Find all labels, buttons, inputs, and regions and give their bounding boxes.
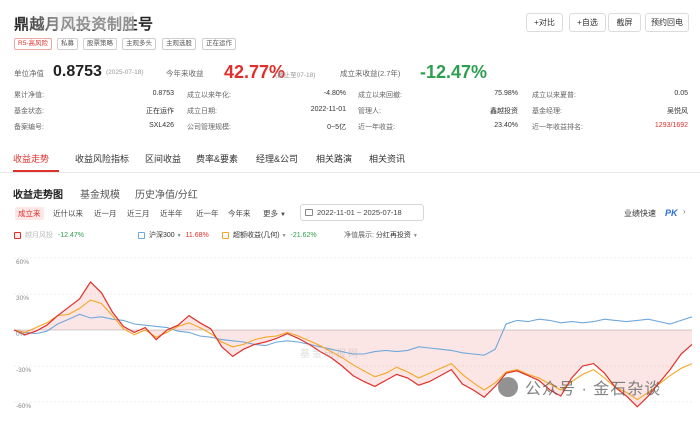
legend-excess-name: 超额收益(几何) [232, 232, 280, 239]
fund-manager-value[interactable]: 吴悦风 [630, 106, 688, 116]
tag-private: 私募 [57, 38, 78, 50]
annualized-value: -4.80% [323, 90, 346, 97]
ytd-note: (截止至07-18) [275, 72, 316, 79]
y-tick-label: 30% [16, 295, 30, 302]
tab-news[interactable]: 相关资讯 [369, 152, 405, 165]
quick-compare-label[interactable]: 业绩快速 [624, 208, 656, 219]
nav-display-select[interactable]: 净值展示: 分红再投资 ▼ [344, 230, 418, 240]
nav-date: (2025-07-18) [106, 69, 144, 76]
subtab-return-chart[interactable]: 收益走势图 [13, 186, 63, 201]
annualized-label: 成立以来年化: [187, 92, 231, 99]
calendar-icon [305, 209, 313, 216]
nav-value: 0.8753 [53, 63, 102, 80]
chevron-down-icon: ▼ [176, 233, 182, 239]
pk-button[interactable]: PK [665, 208, 678, 218]
tab-fees[interactable]: 费率&要素 [196, 152, 238, 165]
since-inception-value: -12.47% [420, 62, 488, 82]
y-tick-label: -60% [16, 403, 32, 410]
legend-fund-name: 越月风投 [24, 232, 53, 239]
range-more[interactable]: 更多 ▼ [260, 207, 289, 220]
tab-roadshow[interactable]: 相关路演 [316, 152, 352, 165]
tab-manager-company[interactable]: 经理&公司 [256, 152, 298, 165]
tag-stock-pick: 主观选股 [162, 38, 196, 50]
record-no-value: SXL426 [149, 122, 174, 129]
range-1m[interactable]: 近一月 [91, 207, 120, 220]
tab-risk-indicators[interactable]: 收益风险指标 [75, 152, 129, 165]
sharpe-label: 成立以来夏普: [532, 92, 576, 99]
one-year-return-label: 近一年收益: [358, 124, 395, 131]
watermark-center: 基金研报网 [300, 349, 360, 360]
since-inception-label: 成立来收益(2.7年) [340, 69, 401, 78]
date-range-text: 2022-11-01 ~ 2025-07-18 [317, 208, 402, 217]
compare-button[interactable]: +对比 [526, 13, 563, 32]
fund-status-label: 基金状态: [14, 108, 44, 115]
legend-fund-value: -12.47% [57, 232, 84, 239]
legend-index-value: 11.68% [185, 232, 209, 239]
max-drawdown-value: 75.98% [494, 90, 518, 97]
rank-value: 1293/1692 [630, 122, 688, 129]
tag-status: 正在运作 [202, 38, 236, 50]
callback-button[interactable]: 预约回电 [645, 13, 689, 32]
range-ytd[interactable]: 今年来 [225, 207, 254, 220]
chevron-down-icon: ▼ [281, 233, 287, 239]
subtab-history-nav[interactable]: 历史净值/分红 [135, 186, 198, 201]
chevron-right-icon[interactable]: › [683, 207, 686, 216]
screenshot-button[interactable]: 截屏 [608, 13, 641, 32]
y-tick-label: -30% [16, 367, 32, 374]
legend-excess[interactable]: 超额收益(几何) ▼ -21.62% [222, 230, 317, 240]
sharpe-value: 0.05 [674, 90, 688, 97]
cum-nav-value: 0.8753 [152, 90, 174, 97]
y-tick-label: 0% [16, 331, 26, 338]
range-1y[interactable]: 近一年 [193, 207, 222, 220]
tag-subjective-long: 主观多头 [122, 38, 156, 50]
tabs-divider [0, 172, 700, 173]
record-no-label: 备案编号: [14, 124, 44, 131]
add-watchlist-button[interactable]: +自选 [569, 13, 606, 32]
tag-strategy: 股票策略 [83, 38, 117, 50]
legend-index-name: 沪深300 [148, 232, 175, 239]
nav-display-value: 分红再投资 [375, 232, 411, 239]
checkbox-icon [222, 231, 229, 239]
legend-excess-value: -21.62% [290, 232, 317, 239]
ytd-label: 今年来收益 [166, 69, 204, 78]
cum-nav-label: 累计净值: [14, 92, 44, 99]
subtab-fund-size[interactable]: 基金规模 [80, 186, 120, 201]
fund-status-value: 正在运作 [146, 108, 174, 115]
inception-date-label: 成立日期: [187, 108, 217, 115]
range-since-inception[interactable]: 成立来 [15, 207, 44, 220]
legend-fund[interactable]: 越月风投 -12.47% [14, 230, 84, 240]
legend-index[interactable]: 沪深300 ▼ 11.68% [138, 230, 209, 240]
company-aum-value: 0~5亿 [327, 124, 346, 131]
company-aum-label: 公司管理规模: [187, 124, 231, 131]
date-range-picker[interactable]: 2022-11-01 ~ 2025-07-18 [300, 204, 424, 221]
nav-display-label: 净值展示: [344, 232, 374, 239]
chevron-down-icon: ▼ [412, 233, 418, 239]
range-3m[interactable]: 近三月 [124, 207, 153, 220]
chevron-down-icon: ▼ [280, 212, 286, 218]
nav-label: 单位净值 [14, 69, 44, 78]
wechat-icon [498, 377, 518, 397]
range-6m[interactable]: 近半年 [157, 207, 186, 220]
rank-value-text: 1293/1692 [654, 122, 688, 129]
range-since-mgr[interactable]: 近什以来 [50, 207, 86, 220]
max-drawdown-label: 成立以来回撤: [358, 92, 402, 99]
rank-label: 近一年收益排名: [532, 124, 583, 131]
title-blur-mask [14, 12, 134, 30]
tab-return-trend[interactable]: 收益走势 [13, 152, 49, 165]
fund-manager-label: 基金经理: [532, 108, 562, 115]
checkbox-icon [14, 231, 21, 239]
y-tick-label: 60% [16, 259, 30, 266]
watermark-text: 公众号 · 金石杂谈 [525, 381, 662, 398]
range-more-label: 更多 [263, 209, 278, 218]
risk-tag: R5-高风险 [14, 38, 52, 50]
tab-interval-return[interactable]: 区间收益 [145, 152, 181, 165]
one-year-return-value: 23.40% [494, 122, 518, 129]
manager-co-label: 管理人: [358, 108, 381, 115]
inception-date-value: 2022-11-01 [310, 106, 346, 113]
manager-co-value[interactable]: 鑫越投资 [460, 106, 518, 116]
checkbox-icon [138, 231, 145, 239]
